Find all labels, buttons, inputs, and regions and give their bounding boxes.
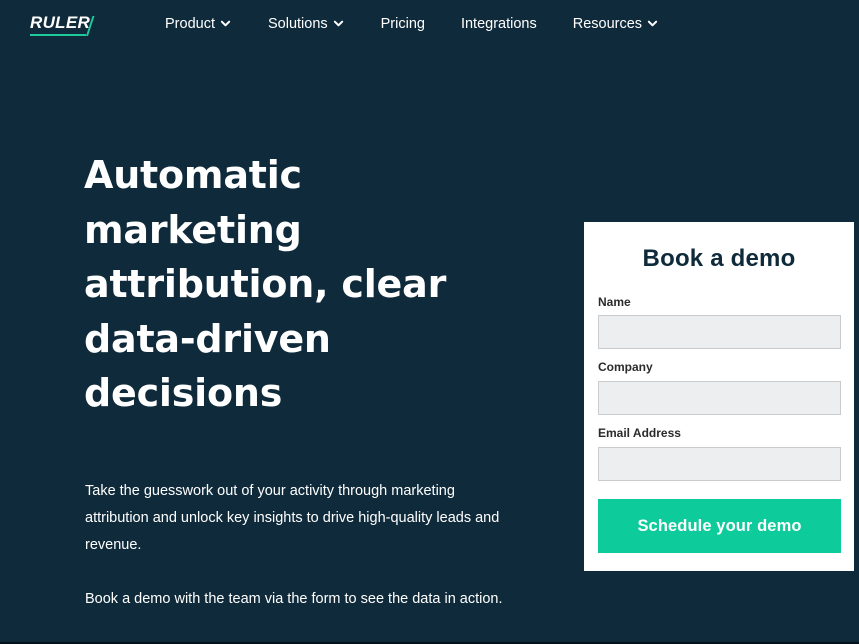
nav-item-product[interactable]: Product — [165, 16, 231, 32]
name-field[interactable] — [598, 315, 841, 349]
nav-item-label: Solutions — [267, 16, 328, 32]
nav-item-resources[interactable]: Resources — [573, 16, 658, 32]
nav-item-label: Product — [165, 16, 215, 32]
chevron-down-icon — [647, 20, 658, 27]
main-nav: Product Solutions Pricing Integrations R… — [165, 14, 658, 34]
nav-item-label: Integrations — [460, 16, 537, 32]
email-label: Email Address — [598, 426, 681, 440]
headline-line: data-driven — [84, 316, 331, 361]
headline-line: attribution, clear — [84, 262, 447, 306]
book-demo-form: Book a demo Name Company Email Address S… — [584, 222, 854, 571]
nav-item-solutions[interactable]: Solutions — [268, 16, 344, 32]
hero-intro-text: Take the guesswork out of your activity … — [85, 483, 500, 553]
schedule-demo-button[interactable]: Schedule your demo — [598, 499, 841, 553]
hero-cta-text: Book a demo with the team via the form t… — [85, 591, 503, 607]
form-title: Book a demo — [642, 245, 796, 272]
chevron-down-icon — [333, 20, 343, 27]
headline-line: Automatic — [84, 153, 302, 197]
company-field[interactable] — [598, 381, 841, 415]
nav-item-label: Pricing — [380, 16, 425, 32]
headline-line: decisions — [84, 371, 283, 415]
name-label: Name — [598, 295, 631, 309]
chevron-down-icon — [220, 20, 231, 27]
logo-underline — [30, 34, 86, 36]
company-label: Company — [598, 360, 653, 374]
email-field[interactable] — [598, 447, 841, 481]
hero-headline: Automatic marketing attribution, clear d… — [84, 148, 504, 421]
nav-item-integrations[interactable]: Integrations — [461, 16, 537, 32]
ruler-logo[interactable]: RULER — [30, 13, 100, 37]
nav-item-label: Resources — [572, 16, 643, 32]
headline-line: marketing — [84, 207, 302, 252]
nav-item-pricing[interactable]: Pricing — [381, 16, 425, 32]
